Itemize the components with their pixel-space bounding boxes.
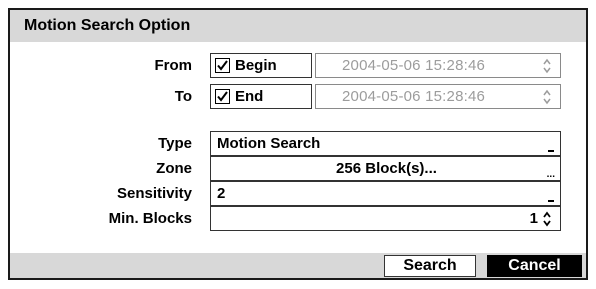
- end-checkbox-field[interactable]: End: [210, 84, 312, 109]
- to-datetime-value: 2004-05-06 15:28:46: [342, 88, 486, 105]
- begin-checkbox[interactable]: [215, 58, 230, 73]
- zone-button[interactable]: 256 Block(s)... ...: [210, 156, 561, 181]
- dialog-titlebar: Motion Search Option: [10, 10, 586, 42]
- ellipsis-icon: ...: [546, 169, 555, 180]
- from-label: From: [154, 57, 193, 74]
- min-blocks-spinner[interactable]: 1: [210, 206, 561, 231]
- min-blocks-value: 1: [529, 210, 538, 227]
- begin-label: Begin: [235, 57, 277, 74]
- up-down-spinner-icon[interactable]: [543, 89, 551, 105]
- sensitivity-label: Sensitivity: [116, 185, 192, 202]
- type-dropdown[interactable]: Motion Search: [210, 131, 561, 156]
- checkmark-icon: [217, 60, 228, 71]
- begin-checkbox-field[interactable]: Begin: [210, 53, 312, 78]
- from-datetime-value: 2004-05-06 15:28:46: [342, 57, 486, 74]
- type-value: Motion Search: [217, 135, 321, 152]
- to-datetime-field[interactable]: 2004-05-06 15:28:46: [315, 84, 561, 109]
- dialog-title: Motion Search Option: [24, 17, 191, 34]
- zone-value: 256 Block(s)...: [336, 160, 437, 177]
- min-blocks-label: Min. Blocks: [108, 210, 192, 227]
- sensitivity-dropdown[interactable]: 2: [210, 181, 561, 206]
- checkmark-icon: [217, 91, 228, 102]
- up-down-spinner-icon[interactable]: [543, 211, 551, 227]
- to-label: To: [174, 88, 192, 105]
- zone-label: Zone: [156, 160, 192, 177]
- motion-search-dialog: Motion Search Option From Begin 2004-05-…: [8, 8, 588, 280]
- from-datetime-field[interactable]: 2004-05-06 15:28:46: [315, 53, 561, 78]
- dropdown-indicator-icon: [548, 200, 554, 202]
- up-down-spinner-icon[interactable]: [543, 58, 551, 74]
- dropdown-indicator-icon: [548, 150, 554, 152]
- cancel-button[interactable]: Cancel: [487, 255, 582, 277]
- end-label: End: [235, 88, 264, 105]
- type-label: Type: [158, 135, 192, 152]
- search-button[interactable]: Search: [384, 255, 476, 277]
- sensitivity-value: 2: [217, 185, 226, 202]
- end-checkbox[interactable]: [215, 89, 230, 104]
